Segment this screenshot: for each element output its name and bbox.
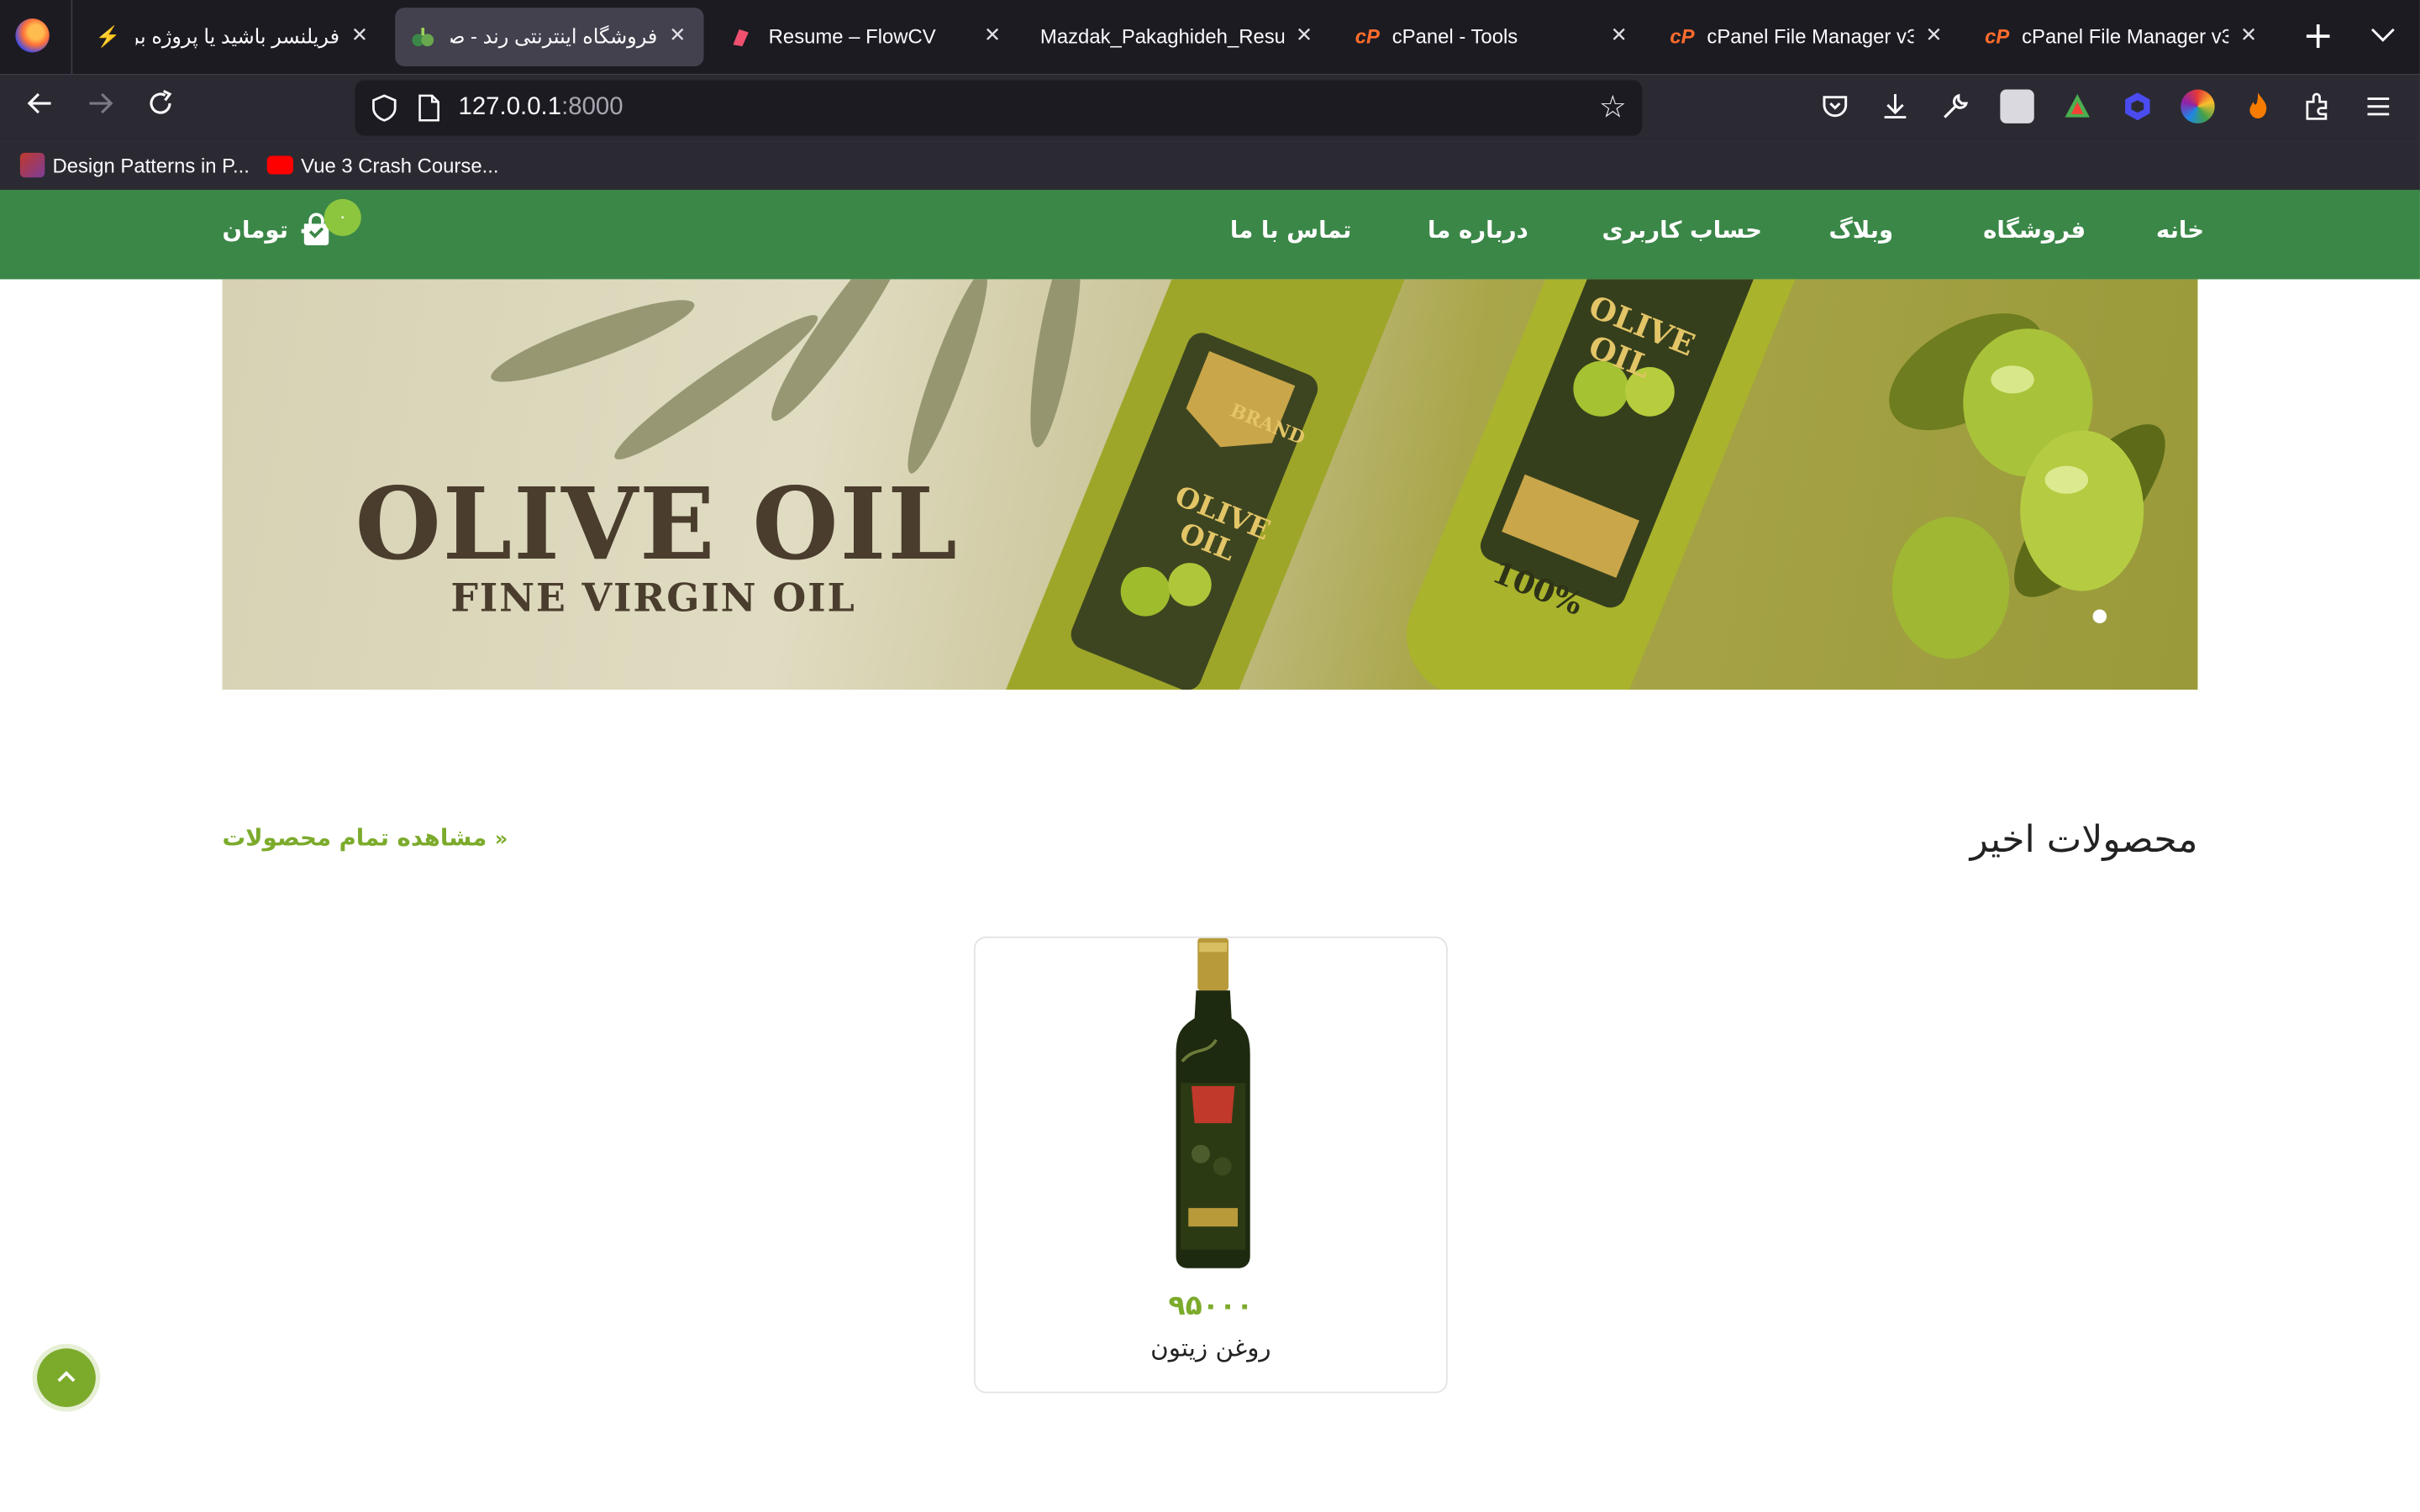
download-icon[interactable] bbox=[1878, 90, 1912, 123]
close-icon[interactable]: ✕ bbox=[345, 22, 373, 50]
cpanel-icon: cP bbox=[1670, 24, 1695, 48]
browser-tab-bar: ⚡ فریلنسر باشید یا پروژه برون‌سپاری کنید… bbox=[0, 0, 2420, 75]
tab-resume-file[interactable]: Mazdak_Pakaghideh_Resume ✕ bbox=[1025, 8, 1331, 66]
hero-banner: OLIVE OIL FINE VIRGIN OIL BRAND OLIVE OI… bbox=[222, 279, 2198, 690]
freelancer-icon: ⚡ bbox=[95, 24, 121, 48]
see-all-products-link[interactable]: « مشاهده تمام محصولات bbox=[222, 824, 508, 852]
back-arrow-icon[interactable] bbox=[18, 87, 61, 129]
flowcv-icon bbox=[729, 24, 753, 49]
menu-account[interactable]: حساب کاربری bbox=[1602, 216, 1762, 244]
menu-about[interactable]: درباره ما bbox=[1428, 216, 1528, 244]
tab-freelancer[interactable]: ⚡ فریلنسر باشید یا پروژه برون‌سپاری کنید… bbox=[81, 8, 387, 66]
cpanel-icon: cP bbox=[1985, 24, 2010, 48]
extension-triangle-icon[interactable] bbox=[2060, 90, 2094, 123]
extension-hexagon-icon[interactable] bbox=[2121, 90, 2154, 123]
chevron-down-icon[interactable] bbox=[2365, 18, 2402, 55]
close-icon[interactable]: ✕ bbox=[664, 22, 692, 50]
pocket-icon[interactable] bbox=[1818, 90, 1852, 123]
product-price: ۹۵۰۰۰ bbox=[1168, 1289, 1254, 1323]
chevron-up-icon bbox=[57, 1371, 76, 1383]
close-icon[interactable]: ✕ bbox=[1290, 22, 1318, 50]
bookmark-vue-crash-course[interactable]: Vue 3 Crash Course... bbox=[266, 153, 499, 181]
tab-cpanel-file-manager[interactable]: cP cPanel File Manager v3 ✕ bbox=[1655, 8, 1960, 66]
browser-toolbar: 127.0.0.1:8000 ☆ bbox=[0, 74, 2420, 142]
tab-label: Mazdak_Pakaghideh_Resume bbox=[1039, 24, 1284, 48]
menu-blog[interactable]: وبلاگ bbox=[1828, 216, 1893, 244]
extension-fire-icon[interactable] bbox=[2241, 90, 2275, 123]
youtube-icon bbox=[266, 155, 293, 175]
design-patterns-icon bbox=[19, 152, 45, 178]
tab-label: فروشگاه اینترنتی رند - صفحه اصلی bbox=[450, 24, 658, 48]
reload-icon[interactable] bbox=[139, 87, 182, 129]
product-name[interactable]: روغن زیتون bbox=[976, 1333, 1446, 1362]
tab-label: فریلنسر باشید یا پروژه برون‌سپاری کنید bbox=[136, 24, 340, 48]
wrench-icon[interactable] bbox=[1939, 90, 1972, 123]
hamburger-menu-icon[interactable] bbox=[2361, 90, 2395, 123]
tab-label: cPanel File Manager v3 bbox=[1707, 24, 1914, 48]
new-tab-button[interactable]: + bbox=[2300, 17, 2337, 55]
address-bar[interactable]: 127.0.0.1:8000 ☆ bbox=[355, 80, 1643, 136]
firefox-view-icon[interactable] bbox=[15, 18, 50, 53]
url-text: 127.0.0.1:8000 bbox=[458, 94, 623, 121]
menu-shop[interactable]: فروشگاه bbox=[1983, 216, 2086, 244]
forward-arrow-icon[interactable] bbox=[79, 87, 122, 129]
shield-icon[interactable] bbox=[371, 94, 398, 122]
olive-icon bbox=[411, 24, 435, 49]
bookmark-design-patterns[interactable]: Design Patterns in P... bbox=[19, 152, 250, 181]
tab-label: Resume – FlowCV bbox=[768, 24, 936, 48]
tab-shop-home[interactable]: فروشگاه اینترنتی رند - صفحه اصلی ✕ bbox=[395, 8, 704, 66]
section-title: محصولات اخیر bbox=[1970, 817, 2198, 861]
double-chevron-icon: « bbox=[494, 828, 508, 852]
tab-cpanel-tools[interactable]: cP cPanel - Tools ✕ bbox=[1339, 8, 1645, 66]
banner-subtitle: FINE VIRGIN OIL bbox=[450, 575, 856, 621]
tab-label: cPanel File Manager v3 - bbox=[2022, 24, 2229, 48]
bookmark-label: Design Patterns in P... bbox=[52, 154, 250, 178]
close-icon[interactable]: ✕ bbox=[2235, 22, 2263, 50]
tab-separator bbox=[71, 0, 73, 75]
tab-flowcv[interactable]: Resume – FlowCV ✕ bbox=[713, 8, 1019, 66]
extension-screenshot-icon[interactable] bbox=[2000, 89, 2034, 123]
bookmarks-toolbar: Design Patterns in P... Vue 3 Crash Cour… bbox=[0, 141, 2420, 192]
extension-color-wheel-icon[interactable] bbox=[2181, 89, 2215, 123]
extensions-puzzle-icon[interactable] bbox=[2302, 90, 2335, 123]
scroll-to-top-button[interactable] bbox=[37, 1348, 96, 1408]
cpanel-icon: cP bbox=[1355, 24, 1380, 48]
site-header: خانه فروشگاه وبلاگ حساب کاربری درباره ما… bbox=[0, 189, 2420, 280]
close-icon[interactable]: ✕ bbox=[1605, 22, 1633, 50]
cart-total: ۰ تومان bbox=[222, 216, 311, 244]
close-icon[interactable]: ✕ bbox=[978, 22, 1006, 50]
menu-home[interactable]: خانه bbox=[2156, 216, 2204, 244]
close-icon[interactable]: ✕ bbox=[1920, 22, 1948, 50]
tab-label: cPanel - Tools bbox=[1392, 24, 1518, 48]
tab-cpanel-file-manager-2[interactable]: cP cPanel File Manager v3 - ✕ bbox=[1970, 8, 2275, 66]
star-icon[interactable]: ☆ bbox=[1596, 90, 1629, 123]
product-card[interactable]: ۹۵۰۰۰ روغن زیتون bbox=[973, 936, 1448, 1394]
olive-oil-bottle-image[interactable] bbox=[1170, 937, 1256, 1272]
banner-title: OLIVE OIL bbox=[355, 467, 959, 584]
cart-count-badge: ۰ bbox=[324, 198, 361, 237]
slider-dot[interactable] bbox=[2092, 609, 2107, 624]
see-all-label: مشاهده تمام محصولات bbox=[222, 823, 487, 852]
bookmark-label: Vue 3 Crash Course... bbox=[301, 154, 499, 178]
page-info-icon[interactable] bbox=[417, 94, 441, 122]
menu-contact[interactable]: تماس با ما bbox=[1230, 216, 1351, 244]
